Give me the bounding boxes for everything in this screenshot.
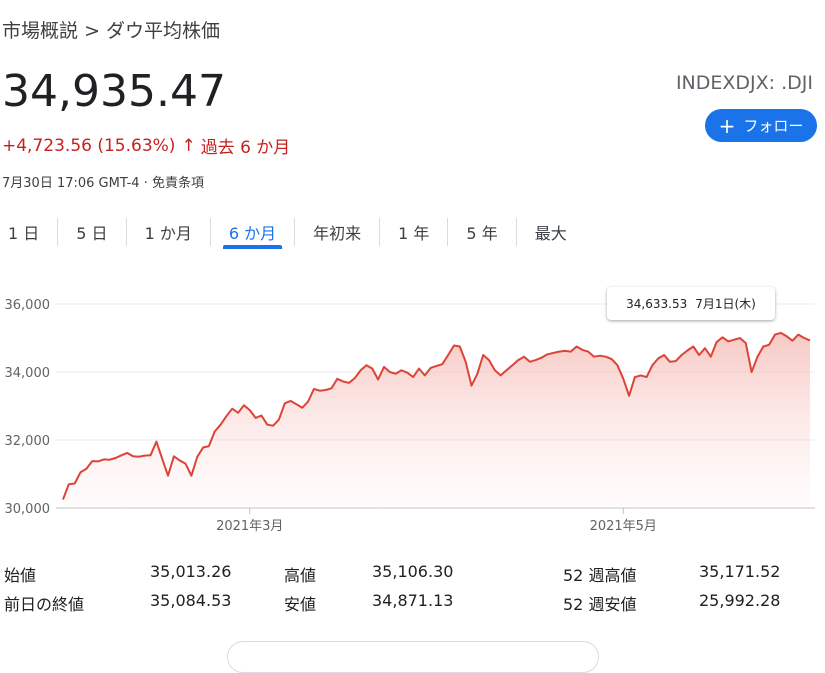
stat-low52-value: 25,992.28	[699, 591, 781, 610]
tooltip-date: 7月1日(木)	[695, 297, 756, 311]
follow-label: フォロー	[743, 117, 804, 135]
stat-open-value: 35,013.26	[150, 562, 232, 581]
more-about-button[interactable]	[227, 641, 599, 673]
change-value: +4,723.56 (15.63%)	[2, 135, 176, 156]
price-area	[63, 332, 810, 508]
stats-table: 始値 35,013.26 高値 35,106.30 52 週高値 35,171.…	[0, 562, 825, 620]
stat-high52-label: 52 週高値	[563, 566, 637, 585]
price-change: +4,723.56 (15.63%) ↑ 過去 6 か月	[2, 133, 291, 159]
y-tick-label: 30,000	[5, 502, 51, 517]
tab-max[interactable]: 最大	[535, 218, 567, 244]
y-tick-label: 32,000	[5, 434, 51, 449]
tab-1d[interactable]: 1 日	[8, 218, 39, 244]
tab-divider	[125, 218, 127, 246]
breadcrumb-separator: >	[84, 20, 100, 42]
tab-1y[interactable]: 1 年	[398, 218, 429, 244]
stat-prev-close-label: 前日の終値	[4, 595, 85, 614]
tab-ytd[interactable]: 年初来	[313, 218, 361, 244]
breadcrumb: 市場概説 > ダウ平均株価	[2, 16, 220, 43]
tab-divider	[515, 218, 517, 246]
quote-timestamp: 7月30日 17:06 GMT-4 · 免責条項	[2, 176, 204, 191]
tab-divider	[379, 218, 381, 246]
tab-divider	[447, 218, 449, 246]
change-period: 過去 6 か月	[200, 138, 291, 158]
tooltip-value: 34,633.53	[626, 296, 688, 311]
stat-low-label: 安値	[284, 595, 317, 614]
arrow-up-icon: ↑	[181, 135, 196, 156]
tab-5d[interactable]: 5 日	[76, 218, 107, 244]
breadcrumb-current: ダウ平均株価	[106, 20, 221, 42]
stat-high52-value: 35,171.52	[699, 562, 781, 581]
range-tabs: 1 日 5 日 1 か月 6 か月 年初来 1 年 5 年 最大	[8, 218, 567, 252]
x-tick-label: 2021年3月	[216, 519, 283, 534]
tab-6m[interactable]: 6 か月	[222, 218, 283, 249]
current-price: 34,935.47	[2, 66, 226, 117]
y-tick-label: 34,000	[5, 366, 51, 381]
follow-button[interactable]: + フォロー	[705, 109, 817, 142]
stat-prev-close-value: 35,084.53	[150, 591, 232, 610]
ticker-symbol: INDEXDJX: .DJI	[675, 72, 813, 94]
x-tick-label: 2021年5月	[590, 519, 657, 534]
chart-tooltip: 34,633.53 7月1日(木)	[607, 287, 775, 320]
tab-1m[interactable]: 1 か月	[145, 218, 192, 244]
tab-divider	[294, 218, 296, 246]
stat-high-label: 高値	[284, 566, 317, 585]
stats-row: 始値 35,013.26 高値 35,106.30 52 週高値 35,171.…	[0, 562, 825, 591]
plus-icon: +	[718, 113, 736, 138]
tab-divider	[57, 218, 59, 246]
tab-divider	[209, 218, 211, 246]
breadcrumb-parent-link[interactable]: 市場概説	[2, 20, 78, 42]
stat-high-value: 35,106.30	[372, 562, 454, 581]
tab-5y[interactable]: 5 年	[466, 218, 497, 244]
stats-row: 前日の終値 35,084.53 安値 34,871.13 52 週安値 25,9…	[0, 591, 825, 620]
stat-low-value: 34,871.13	[372, 591, 454, 610]
stat-low52-label: 52 週安値	[563, 595, 637, 614]
y-tick-label: 36,000	[5, 298, 51, 313]
stat-open-label: 始値	[4, 566, 37, 585]
